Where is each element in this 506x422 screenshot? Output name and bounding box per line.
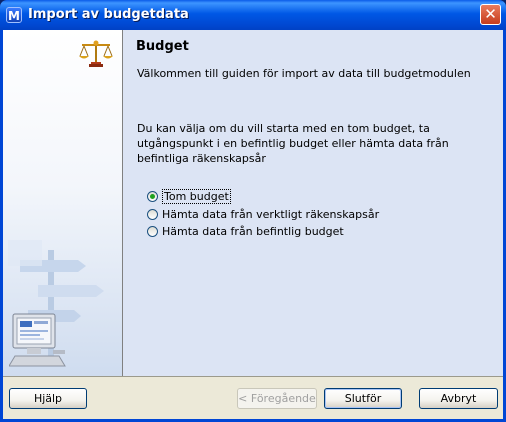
window-title: Import av budgetdata: [28, 7, 189, 22]
intro-text: Du kan välja om du vill starta med en to…: [137, 122, 449, 165]
wizard-window: M Import av budgetdata ✕ Budget Välkomme…: [0, 0, 506, 422]
back-button[interactable]: < Föregående: [237, 388, 317, 409]
radio-button[interactable]: [147, 225, 158, 237]
wizard-side-panel: [3, 30, 123, 376]
wizard-content: Budget Välkommen till guiden för import …: [3, 30, 503, 377]
radio-label[interactable]: Tom budget: [162, 188, 231, 204]
help-button[interactable]: Hjälp: [9, 388, 87, 409]
title-bar[interactable]: M Import av budgetdata ✕: [0, 0, 506, 30]
close-button[interactable]: ✕: [480, 4, 501, 25]
finish-button[interactable]: Slutför: [324, 388, 402, 409]
app-icon: M: [6, 7, 22, 23]
radio-button-selected[interactable]: [147, 190, 158, 202]
radio-button[interactable]: [147, 208, 158, 220]
radio-label[interactable]: Hämta data från verktligt räkenskapsår: [162, 208, 379, 221]
radio-option-fiscal-year[interactable]: Hämta data från verktligt räkenskapsår: [147, 206, 379, 222]
radio-option-empty-budget[interactable]: Tom budget: [147, 188, 231, 204]
dialog-client-area: Budget Välkommen till guiden för import …: [3, 30, 503, 419]
scales-icon: [79, 40, 113, 67]
radio-label[interactable]: Hämta data från befintlig budget: [162, 225, 344, 238]
page-title: Budget: [136, 39, 189, 54]
radio-option-existing-budget[interactable]: Hämta data från befintlig budget: [147, 223, 344, 239]
wizard-main-panel: Budget Välkommen till guiden för import …: [123, 30, 503, 376]
welcome-text: Välkommen till guiden för import av data…: [137, 67, 471, 80]
button-bar: Hjälp < Föregående Slutför Avbryt: [3, 377, 503, 419]
computer-illustration: [9, 313, 66, 367]
cancel-button[interactable]: Avbryt: [419, 388, 498, 409]
